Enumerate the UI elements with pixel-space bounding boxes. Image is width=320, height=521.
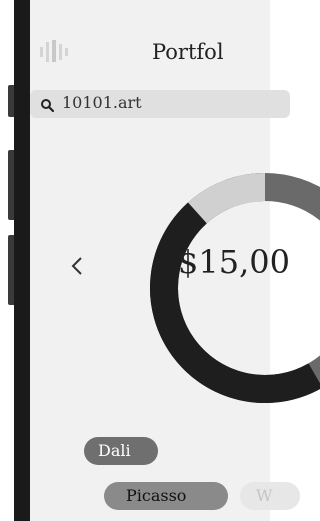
donut-segment-mid bbox=[264, 173, 320, 384]
page-title: Portfol bbox=[152, 40, 224, 64]
soundwave-logo-icon bbox=[38, 38, 72, 64]
donut-segment-dark-overlay bbox=[150, 173, 320, 403]
chip-w[interactable]: W bbox=[240, 482, 300, 510]
donut-segment-light-top bbox=[188, 173, 266, 224]
search-icon bbox=[40, 97, 55, 113]
portfolio-value: $15,00 bbox=[178, 243, 290, 281]
phone-bezel bbox=[14, 0, 30, 521]
search-input[interactable]: 10101.art bbox=[62, 93, 142, 112]
portfolio-donut-chart bbox=[150, 173, 320, 403]
search-bar[interactable]: 10101.art bbox=[30, 90, 290, 118]
chip-dali[interactable]: Dali bbox=[84, 437, 158, 465]
chevron-left-icon[interactable] bbox=[66, 253, 88, 279]
chip-picasso[interactable]: Picasso bbox=[104, 482, 228, 510]
